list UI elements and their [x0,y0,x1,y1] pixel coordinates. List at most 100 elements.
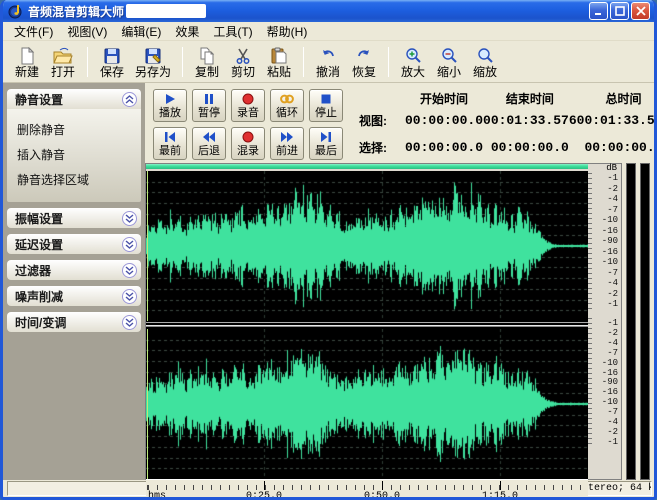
db-tick-label: -4 [607,279,618,288]
db-tick-label: -16 [602,227,618,236]
db-tick-label: -4 [607,339,618,348]
selection-total-time: 00:00:00.0 [577,140,657,155]
sidebar-item-insert-silence[interactable]: 插入静音 [17,142,135,167]
end-time-header: 结束时间 [483,90,577,107]
content-area: 播放 暂停 录音 循环 [145,83,654,480]
timeline-unit-label: hms [148,491,166,500]
db-tick-label: -10 [602,359,618,368]
close-icon [636,6,646,16]
menu-effects[interactable]: 效果 [168,21,206,42]
overview-selection-bar[interactable] [146,164,588,171]
menu-tools[interactable]: 工具(T) [206,21,259,42]
db-tick-label: -10 [602,258,618,267]
db-tick-label: -1 [607,319,618,328]
sidebar-group-header-noise-reduction[interactable]: 噪声削减 [7,286,141,306]
sidebar-group-label: 振幅设置 [15,210,63,227]
db-tick-label: -1 [607,438,618,447]
sidebar-group-header-silence[interactable]: 静音设置 [7,89,141,109]
playhead-cursor[interactable] [147,329,148,479]
menu-file[interactable]: 文件(F) [7,21,60,42]
sidebar-item-silence-selection[interactable]: 静音选择区域 [17,167,135,192]
toolbar-button-label: 恢复 [352,65,376,79]
db-tick-label: -2 [607,329,618,338]
sidebar-group-header-time-pitch[interactable]: 时间/变调 [7,312,141,332]
play-button[interactable]: 播放 [153,89,187,122]
chevron-down-icon[interactable] [122,211,137,226]
chevron-down-icon[interactable] [122,237,137,252]
sidebar-group-header-delay[interactable]: 延迟设置 [7,234,141,254]
cut-scissors-icon [234,45,252,65]
playhead-cursor[interactable] [147,171,148,321]
rewind-button[interactable]: 后退 [192,127,226,160]
go-to-end-button[interactable]: 最后 [309,127,343,160]
view-row-label: 视图: [353,112,405,129]
toolbar-new-button[interactable]: 新建 [9,43,45,81]
view-start-time: 00:00:00.0 [405,113,483,128]
toolbar-save-button[interactable]: 保存 [94,43,130,81]
chevron-up-icon[interactable] [122,92,137,107]
stop-button[interactable]: 停止 [309,89,343,122]
db-tick-label: -1 [607,300,618,309]
toolbar-cut-button[interactable]: 剪切 [225,43,261,81]
toolbar-paste-button[interactable]: 粘贴 [261,43,297,81]
db-tick-label: -4 [607,195,618,204]
toolbar-zoom-in-button[interactable]: 放大 [395,43,431,81]
pause-button[interactable]: 暂停 [192,89,226,122]
chevron-down-icon[interactable] [122,289,137,304]
chevron-down-icon[interactable] [122,263,137,278]
toolbar-separator [388,47,389,77]
sidebar-item-delete-silence[interactable]: 删除静音 [17,117,135,142]
level-meters [622,163,654,480]
titlebar[interactable]: 音频混音剪辑大师 [3,0,654,22]
sidebar-group-silence: 静音设置 删除静音 插入静音 静音选择区域 [7,89,141,202]
timeline-label-25s: 0:25.0 [246,491,282,500]
toolbar-zoom-out-button[interactable]: 缩小 [431,43,467,81]
toolbar-save-as-button[interactable]: 另存为 [130,43,176,81]
selection-end-time: 00:00:00.0 [483,140,577,155]
sidebar-group-label: 过滤器 [15,262,51,279]
titlebar-document-field [126,4,206,18]
app-icon [8,3,24,19]
sidebar-group-header-filter[interactable]: 过滤器 [7,260,141,280]
sidebar-group-header-amplitude[interactable]: 振幅设置 [7,208,141,228]
toolbar: 新建 打开 保存 另存为 复制 剪切 粘贴 撤消 [3,41,654,83]
sidebar-group-time-pitch: 时间/变调 [7,312,141,332]
chevron-down-icon[interactable] [122,315,137,330]
toolbar-zoom-button[interactable]: 缩放 [467,43,503,81]
left-channel-waveform[interactable] [146,171,588,321]
copy-icon [198,45,216,65]
close-button[interactable] [631,2,650,20]
menu-view[interactable]: 视图(V) [60,21,114,42]
record-button[interactable]: 录音 [231,89,265,122]
toolbar-undo-button[interactable]: 撤消 [310,43,346,81]
skip-to-end-icon [319,131,333,144]
menu-edit[interactable]: 编辑(E) [114,21,168,42]
toolbar-copy-button[interactable]: 复制 [189,43,225,81]
skip-to-start-icon [163,131,177,144]
sidebar-group-label: 延迟设置 [15,236,63,253]
zoom-magnifier-icon [476,45,494,65]
forward-button[interactable]: 前进 [270,127,304,160]
main-area: 静音设置 删除静音 插入静音 静音选择区域 振幅设置 延迟设置 [3,83,654,480]
toolbar-open-button[interactable]: 打开 [45,43,81,81]
timeline-major-tick [264,481,265,490]
toolbar-redo-button[interactable]: 恢复 [346,43,382,81]
total-time-header: 总时间 [577,90,657,107]
mix-record-icon [242,131,254,144]
right-channel-waveform[interactable] [146,329,588,479]
maximize-button[interactable] [610,2,629,20]
go-to-start-button[interactable]: 最前 [153,127,187,160]
menu-help[interactable]: 帮助(H) [260,21,315,42]
loop-button[interactable]: 循环 [270,89,304,122]
db-unit-label: dB [588,164,621,173]
mix-record-button[interactable]: 混录 [231,127,265,160]
timeline-major-tick [500,481,501,490]
open-folder-icon [53,45,73,65]
timeline-ruler[interactable]: hms 0:25.0 0:50.0 1:15.0 [146,479,588,500]
channel-divider[interactable] [146,321,588,329]
minimize-button[interactable] [589,2,608,20]
transport-button-label: 前进 [276,145,298,157]
transport-button-label: 录音 [237,107,259,119]
sidebar: 静音设置 删除静音 插入静音 静音选择区域 振幅设置 延迟设置 [3,83,145,480]
view-total-time: 00:01:33.576 [577,113,657,128]
